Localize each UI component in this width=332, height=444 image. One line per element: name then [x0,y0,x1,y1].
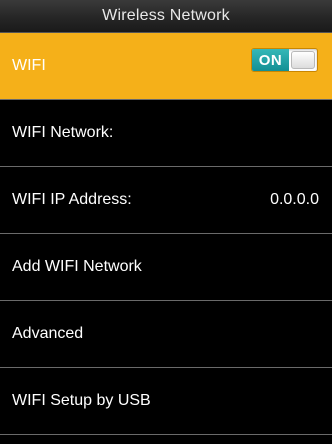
menu-item-advanced[interactable]: Advanced [0,301,332,368]
menu-item-wifi-network[interactable]: WIFI Network: [0,100,332,167]
menu-item-label: WIFI IP Address: [12,191,132,208]
menu-item-label: Advanced [12,325,84,342]
menu-item-add-wifi-network[interactable]: Add WIFI Network [0,234,332,301]
menu-item-wifi-setup-by-usb[interactable]: WIFI Setup by USB [0,368,332,435]
menu-item-wifi-ip-address[interactable]: WIFI IP Address: 0.0.0.0 [0,167,332,234]
menu-item-label: Add WIFI Network [12,258,142,275]
menu-item-label: WIFI Network: [12,124,114,141]
menu-item-wifi[interactable]: WIFI ON [0,33,332,100]
settings-menu: WIFI ON WIFI Network: WIFI IP Address: 0… [0,33,332,435]
toggle-knob [291,51,315,69]
ip-address-value: 0.0.0.0 [270,191,319,208]
title-bar: Wireless Network [0,0,332,33]
toggle-on-label: ON [252,49,289,71]
page-title: Wireless Network [102,7,230,24]
menu-item-label: WIFI Setup by USB [12,392,151,409]
wifi-toggle[interactable]: ON [251,48,318,72]
